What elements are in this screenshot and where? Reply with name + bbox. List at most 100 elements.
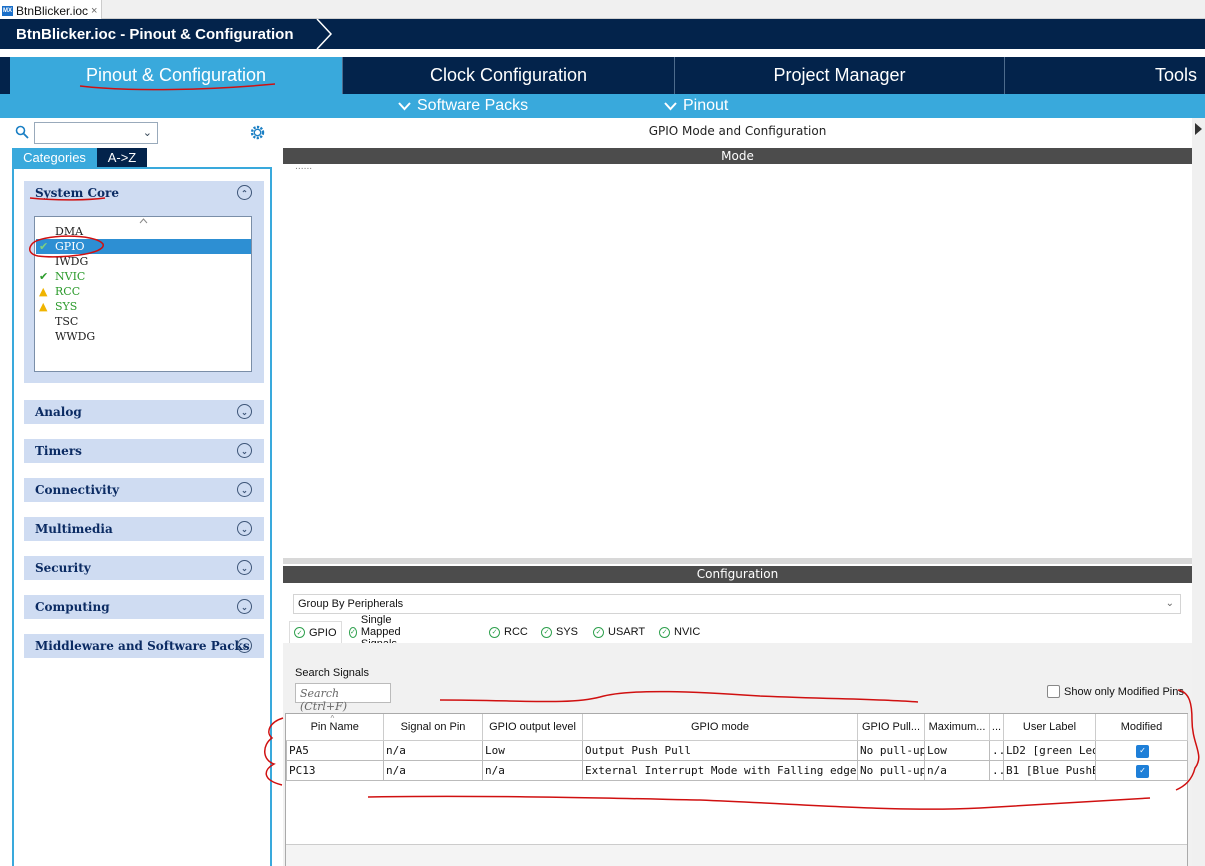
list-item-iwdg[interactable]: IWDG: [36, 254, 251, 269]
search-icon[interactable]: [15, 125, 29, 139]
system-core-panel: DMA ✔ GPIO IWDG ✔ NVIC ▲ RCC ▲ SYS TSC WWDG: [24, 205, 264, 383]
list-item-nvic[interactable]: ✔ NVIC: [36, 269, 251, 284]
peripheral-label: IWDG: [55, 255, 89, 268]
mx-file-icon: MX: [2, 5, 13, 16]
file-tab-label: BtnBlicker.ioc: [16, 3, 89, 18]
vertical-scrollbar[interactable]: [1192, 118, 1205, 866]
tab-gpio[interactable]: ✓ GPIO: [289, 621, 342, 643]
modified-checkbox[interactable]: ✓: [1136, 764, 1149, 778]
cell-gpio-mode: External Interrupt Mode with Falling edg…: [582, 759, 858, 781]
cell-signal: n/a: [383, 759, 483, 781]
tab-single-mapped-signals[interactable]: ✓Single Mapped Signals: [345, 614, 408, 650]
gpio-config-area: Search Signals Search (Ctrl+F) Show only…: [283, 643, 1192, 866]
check-circle-icon: ✓: [593, 626, 604, 638]
column-header-pin-name[interactable]: ^ Pin Name: [286, 714, 384, 741]
group-label: Middleware and Software Packs: [35, 639, 250, 653]
chevron-down-icon: [664, 101, 677, 110]
group-label: Timers: [35, 444, 82, 458]
expand-icon[interactable]: ⌄: [237, 599, 252, 614]
category-search-input[interactable]: ⌄: [34, 122, 158, 144]
expand-icon[interactable]: ⌄: [237, 482, 252, 497]
tab-clock-configuration[interactable]: Clock Configuration: [343, 57, 675, 94]
sort-ascending-icon: ^: [330, 714, 335, 723]
cell-maximum: Low: [924, 739, 990, 761]
expand-icon[interactable]: ⌄: [237, 443, 252, 458]
breadcrumb-chevron-icon: [316, 19, 333, 49]
cell-user-label: B1 [Blue PushB...: [1003, 759, 1096, 781]
group-multimedia[interactable]: Multimedia ⌄: [24, 517, 264, 541]
tab-sys[interactable]: ✓ SYS: [537, 621, 582, 643]
table-row[interactable]: PA5 n/a Low Output Push Pull No pull-up …: [286, 739, 1188, 761]
group-by-select[interactable]: Group By Peripherals ⌄: [293, 594, 1181, 614]
tab-project-manager[interactable]: Project Manager: [675, 57, 1005, 94]
expand-icon[interactable]: ⌄: [237, 521, 252, 536]
expand-icon[interactable]: ⌄: [237, 560, 252, 575]
column-header-gpio-mode[interactable]: GPIO mode: [582, 714, 858, 741]
column-header-gpio-pull[interactable]: GPIO Pull...: [857, 714, 925, 741]
list-item-rcc[interactable]: ▲ RCC: [36, 284, 251, 299]
gear-icon[interactable]: [249, 124, 266, 141]
show-modified-label: Show only Modified Pins: [1064, 685, 1184, 698]
chevron-down-icon[interactable]: ⌄: [143, 126, 152, 139]
column-header-more[interactable]: ...: [989, 714, 1004, 741]
show-modified-checkbox[interactable]: [1047, 685, 1060, 698]
splitter-handle[interactable]: [283, 558, 1192, 564]
tab-rcc[interactable]: ✓ RCC: [485, 621, 532, 643]
group-connectivity[interactable]: Connectivity ⌄: [24, 478, 264, 502]
tab-a-z[interactable]: A->Z: [97, 148, 147, 167]
search-signals-input[interactable]: Search (Ctrl+F): [295, 683, 391, 713]
modified-checkbox[interactable]: ✓: [1136, 744, 1149, 758]
tab-nvic[interactable]: ✓ NVIC: [655, 621, 704, 643]
show-modified-pins[interactable]: Show only Modified Pins: [1047, 685, 1184, 698]
column-header-user-label[interactable]: User Label: [1003, 714, 1096, 741]
configuration-header: Configuration: [283, 566, 1192, 583]
peripheral-label: SYS: [55, 300, 78, 313]
category-list: System Core ⌃ DMA ✔ GPIO IWDG ✔ NVIC ▲ RCC …: [12, 167, 272, 866]
group-label: Analog: [35, 405, 82, 419]
cell-output-level: Low: [482, 739, 583, 761]
column-header-output-level[interactable]: GPIO output level: [482, 714, 583, 741]
list-item-wwdg[interactable]: WWDG: [36, 329, 251, 344]
list-item-tsc[interactable]: TSC: [36, 314, 251, 329]
list-item-dma[interactable]: DMA: [36, 224, 251, 239]
sub-menu-bar: Software Packs Pinout: [0, 94, 1205, 118]
file-tab[interactable]: MX BtnBlicker.ioc ×: [0, 0, 103, 19]
expand-icon[interactable]: ⌄: [237, 404, 252, 419]
software-packs-menu[interactable]: Software Packs: [398, 94, 528, 118]
cell-maximum: n/a: [924, 759, 990, 781]
breadcrumb-item[interactable]: BtnBlicker.ioc - Pinout & Configuration: [0, 19, 294, 49]
table-row[interactable]: PC13 n/a n/a External Interrupt Mode wit…: [286, 759, 1188, 781]
tab-usart[interactable]: ✓ USART: [589, 621, 649, 643]
left-panel: ⌄ Categories A->Z System Core ⌃ DMA ✔ GPI…: [0, 118, 272, 866]
collapse-arrow-icon[interactable]: [1194, 122, 1203, 136]
group-system-core[interactable]: System Core ⌃: [24, 181, 264, 205]
tab-label: USART: [608, 626, 646, 638]
list-item-gpio[interactable]: ✔ GPIO: [36, 239, 251, 254]
column-header-modified[interactable]: Modified: [1095, 714, 1188, 741]
right-panel: GPIO Mode and Configuration Mode ...... …: [283, 118, 1192, 866]
cell-gpio-pull: No pull-up ...: [857, 739, 925, 761]
column-header-maximum[interactable]: Maximum...: [924, 714, 990, 741]
tab-pinout-configuration[interactable]: Pinout & Configuration: [10, 57, 343, 94]
peripheral-label: GPIO: [55, 240, 85, 253]
group-security[interactable]: Security ⌄: [24, 556, 264, 580]
cell-modified[interactable]: ✓: [1095, 739, 1188, 761]
check-circle-icon: ✓: [659, 626, 670, 638]
tab-tools[interactable]: Tools: [1005, 57, 1205, 94]
collapse-icon[interactable]: ⌃: [237, 185, 252, 200]
close-icon[interactable]: ×: [91, 5, 97, 17]
group-computing[interactable]: Computing ⌄: [24, 595, 264, 619]
cell-gpio-pull: No pull-up ...: [857, 759, 925, 781]
tab-label: RCC: [504, 626, 528, 638]
group-middleware[interactable]: Middleware and Software Packs ⌄: [24, 634, 264, 658]
list-item-sys[interactable]: ▲ SYS: [36, 299, 251, 314]
group-analog[interactable]: Analog ⌄: [24, 400, 264, 424]
warning-icon: ▲: [39, 285, 48, 298]
tab-categories[interactable]: Categories: [12, 148, 97, 167]
expand-icon[interactable]: ⌄: [237, 638, 252, 653]
pinout-menu[interactable]: Pinout: [664, 94, 728, 118]
column-header-signal[interactable]: Signal on Pin: [383, 714, 483, 741]
cell-user-label: LD2 [green Led]: [1003, 739, 1096, 761]
group-timers[interactable]: Timers ⌄: [24, 439, 264, 463]
cell-modified[interactable]: ✓: [1095, 759, 1188, 781]
